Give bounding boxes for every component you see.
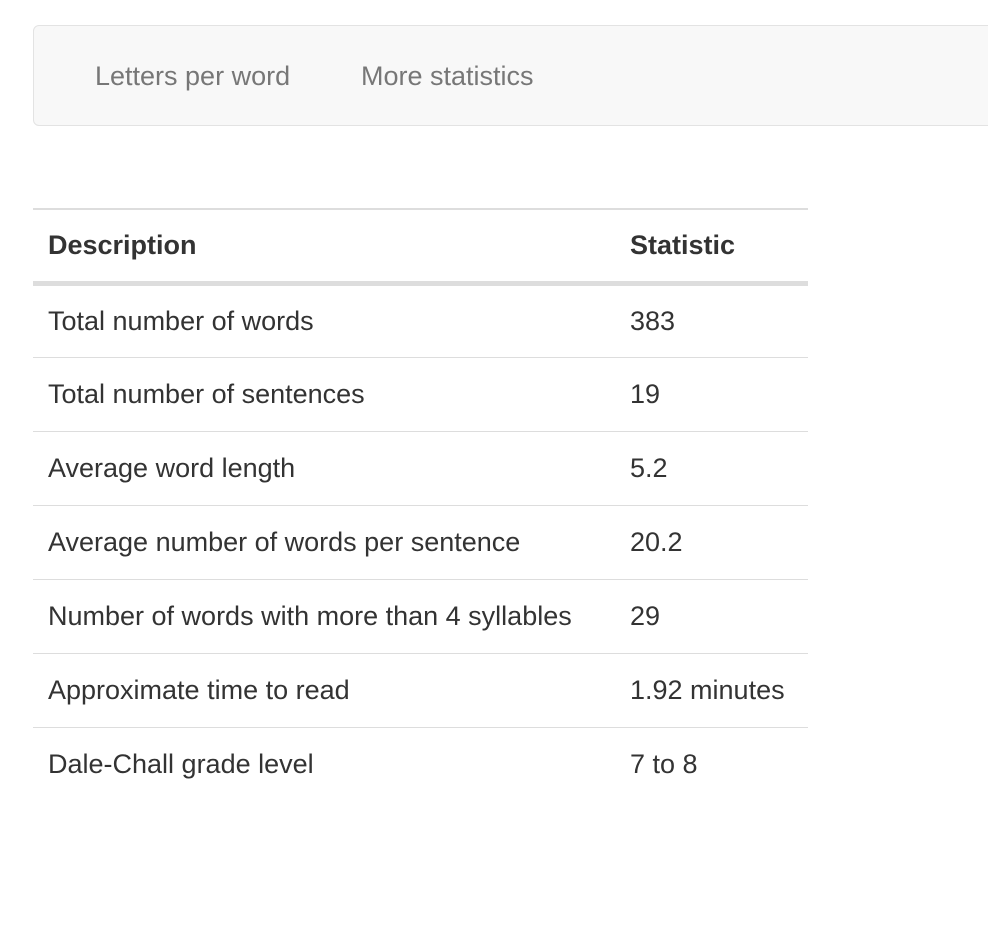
table-row: Total number of words 383: [33, 283, 808, 357]
table-row: Average number of words per sentence 20.…: [33, 505, 808, 579]
description-cell: Total number of sentences: [48, 378, 365, 409]
statistic-cell: 19: [630, 378, 661, 409]
description-cell: Dale-Chall grade level: [48, 748, 314, 779]
column-header-statistic: Statistic: [630, 229, 736, 260]
statistic-cell: 29: [630, 600, 661, 631]
table-row: Total number of sentences 19: [33, 357, 808, 431]
table-row: Number of words with more than 4 syllabl…: [33, 579, 808, 653]
statistic-cell: 7 to 8: [630, 748, 698, 779]
description-cell: Approximate time to read: [48, 674, 350, 705]
table-header-row: Description Statistic: [33, 209, 808, 283]
description-cell: Total number of words: [48, 305, 314, 336]
table-row: Average word length 5.2: [33, 431, 808, 505]
tab-more-statistics[interactable]: More statistics: [361, 26, 534, 127]
statistic-cell: 20.2: [630, 526, 683, 557]
tab-letters-per-word[interactable]: Letters per word: [95, 26, 290, 127]
column-header-description: Description: [48, 229, 197, 260]
description-cell: Number of words with more than 4 syllabl…: [48, 600, 572, 631]
tabs-navbar: Letters per word More statistics: [33, 25, 988, 126]
statistics-table: Description Statistic Total number of wo…: [33, 208, 808, 801]
description-cell: Average number of words per sentence: [48, 526, 521, 557]
statistic-cell: 5.2: [630, 452, 668, 483]
statistic-cell: 1.92 minutes: [630, 674, 785, 705]
table-row: Dale-Chall grade level 7 to 8: [33, 727, 808, 801]
table-row: Approximate time to read 1.92 minutes: [33, 653, 808, 727]
description-cell: Average word length: [48, 452, 296, 483]
statistic-cell: 383: [630, 305, 676, 336]
